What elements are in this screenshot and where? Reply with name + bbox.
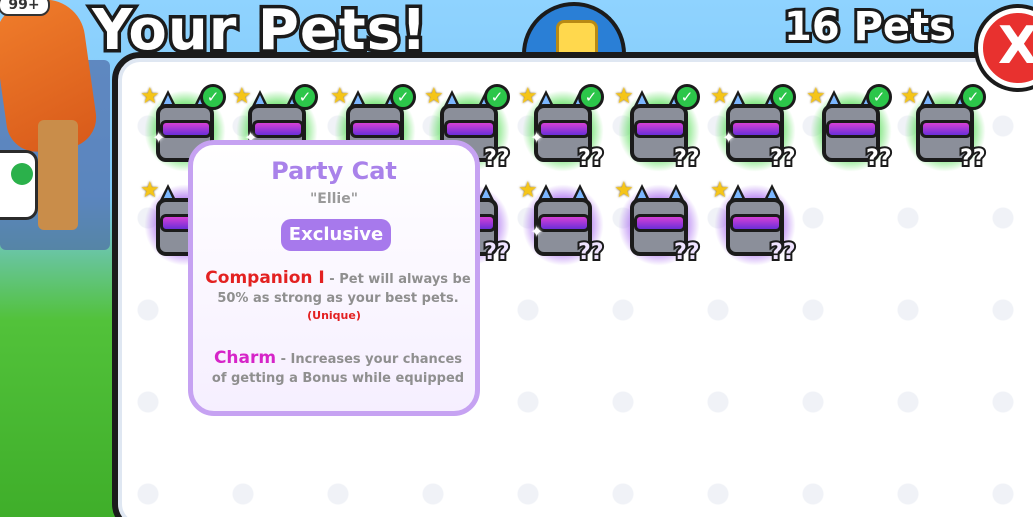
check-icon: ✓ [674,84,700,110]
unknown-badge: ?? [768,238,797,267]
unknown-badge: ?? [482,144,511,173]
pet-tooltip: Party Cat "Ellie" Exclusive Companion I … [188,140,480,416]
star-icon: ★ [710,178,730,203]
pet-slot[interactable]: ★ ?? [614,178,706,270]
pet-slot[interactable]: ★ ?? [710,178,802,270]
star-icon: ★ [424,84,444,109]
unknown-badge: ?? [672,144,701,173]
side-menu-icon[interactable] [0,150,38,220]
star-icon: ★ [614,84,634,109]
rarity-badge: Exclusive [281,219,391,251]
star-icon: ★ [710,84,730,109]
check-icon: ✓ [484,84,510,110]
unknown-badge: ?? [672,238,701,267]
pet-slot[interactable]: ★ ?? ✦ [518,178,610,270]
unknown-badge: ?? [576,144,605,173]
pet-slot[interactable]: ★ ✓ ?? ✦ [710,84,802,176]
star-icon: ★ [900,84,920,109]
check-icon: ✓ [866,84,892,110]
star-icon: ★ [140,178,160,203]
check-icon: ✓ [292,84,318,110]
background-tree-trunk [38,120,78,230]
check-icon: ✓ [578,84,604,110]
pet-slot[interactable]: ★ ✓ ?? ✦ [518,84,610,176]
notification-counter: 99+ [0,0,50,16]
star-icon: ★ [232,84,252,109]
star-icon: ★ [330,84,350,109]
pet-nickname: "Ellie" [309,191,359,207]
check-icon: ✓ [200,84,226,110]
check-icon: ✓ [770,84,796,110]
unknown-badge: ?? [864,144,893,173]
star-icon: ★ [140,84,160,109]
unknown-badge: ?? [482,238,511,267]
pet-slot[interactable]: ★ ✓ ?? [614,84,706,176]
unknown-badge: ?? [768,144,797,173]
enchant-unique-note: (Unique) [307,309,361,322]
unknown-badge: ?? [576,238,605,267]
pet-name: Party Cat [271,157,397,185]
star-icon: ★ [518,84,538,109]
unknown-badge: ?? [958,144,987,173]
pet-slot[interactable]: ★ ✓ ?? [806,84,898,176]
enchant-companion: Companion I - Pet will always be 50% as … [205,269,471,308]
check-icon: ✓ [960,84,986,110]
enchant-charm: Charm - Increases your chances of gettin… [205,349,471,388]
check-icon: ✓ [390,84,416,110]
pet-slot[interactable]: ★ ✓ ?? [900,84,992,176]
star-icon: ★ [614,178,634,203]
star-icon: ★ [518,178,538,203]
enchant-companion-name: Companion I [205,268,325,288]
enchant-charm-name: Charm [213,348,277,368]
pet-count: 16 Pets [781,1,956,53]
star-icon: ★ [806,84,826,109]
